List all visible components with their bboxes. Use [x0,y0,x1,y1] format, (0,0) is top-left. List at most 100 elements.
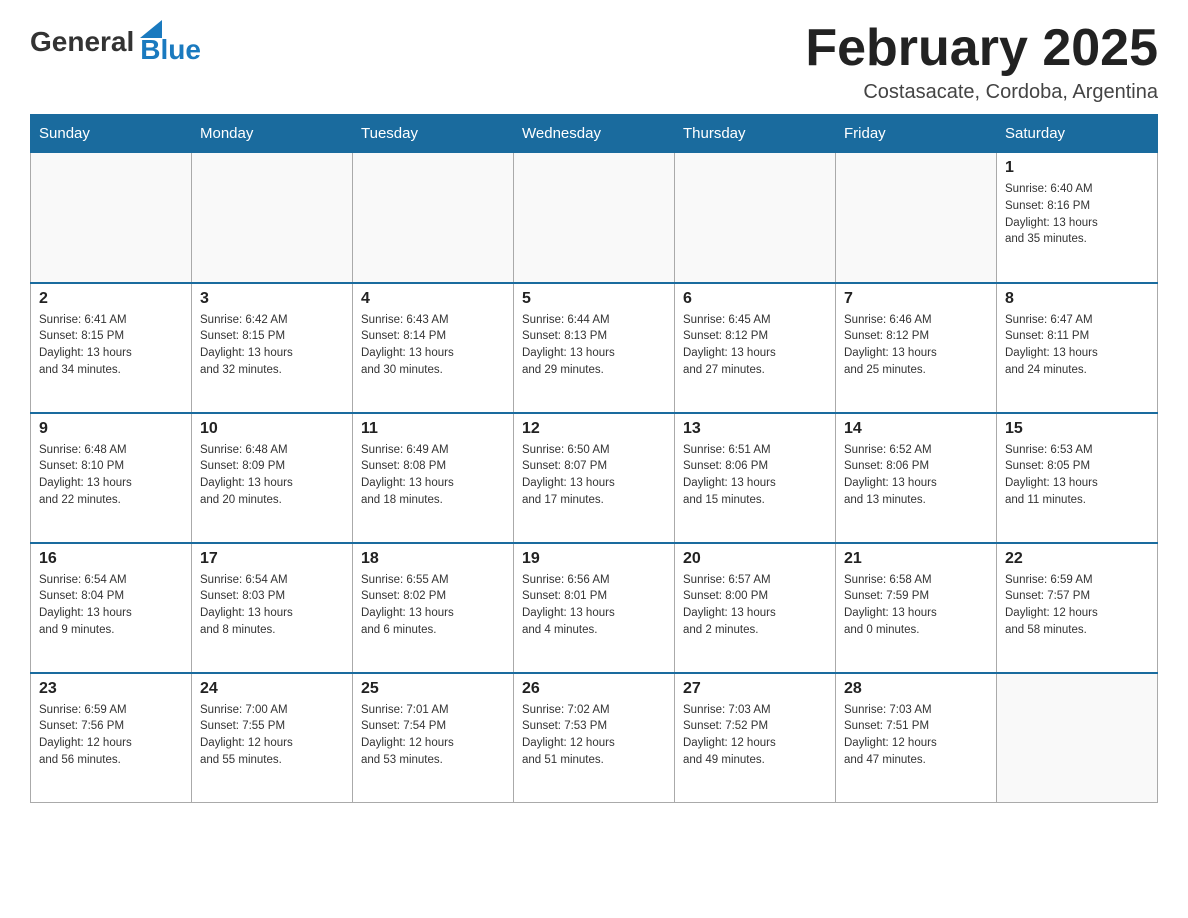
day-info: Sunrise: 6:40 AM Sunset: 8:16 PM Dayligh… [1005,181,1149,248]
day-info: Sunrise: 7:03 AM Sunset: 7:52 PM Dayligh… [683,702,827,769]
day-number: 10 [200,420,344,438]
table-row: 10 Sunrise: 6:48 AM Sunset: 8:09 PM Dayli… [192,413,353,543]
day-number: 27 [683,680,827,698]
table-row: 14Sunrise: 6:52 AM Sunset: 8:06 PM Dayli… [836,413,997,543]
day-info: Sunrise: 6:48 AM Sunset: 8:09 PM Dayligh… [200,442,344,509]
table-row: 5Sunrise: 6:44 AM Sunset: 8:13 PM Daylig… [514,283,675,413]
table-row [514,153,675,283]
header-saturday: Saturday [997,115,1158,153]
table-row: 16 Sunrise: 6:54 AM Sunset: 8:04 PM Dayli… [31,543,192,673]
day-info: Sunrise: 6:52 AM Sunset: 8:06 PM Dayligh… [844,442,988,509]
day-info: Sunrise: 6:54 AM Sunset: 8:03 PM Dayligh… [200,572,344,639]
table-row: 24Sunrise: 7:00 AM Sunset: 7:55 PM Dayli… [192,673,353,803]
day-info: Sunrise: 6:41 AM Sunset: 8:15 PM Dayligh… [39,312,183,379]
table-row: 21Sunrise: 6:58 AM Sunset: 7:59 PM Dayli… [836,543,997,673]
header-wednesday: Wednesday [514,115,675,153]
table-row [192,153,353,283]
title-section: February 2025 Costasacate, Cordoba, Arge… [805,20,1158,104]
table-row: 1Sunrise: 6:40 AM Sunset: 8:16 PM Daylig… [997,153,1158,283]
day-number: 28 [844,680,988,698]
day-info: Sunrise: 6:54 AM Sunset: 8:04 PM Dayligh… [39,572,183,639]
page-header: General Blue February 2025 Costasacate, … [30,20,1158,104]
day-info: Sunrise: 6:58 AM Sunset: 7:59 PM Dayligh… [844,572,988,639]
day-info: Sunrise: 7:00 AM Sunset: 7:55 PM Dayligh… [200,702,344,769]
day-info: Sunrise: 6:50 AM Sunset: 8:07 PM Dayligh… [522,442,666,509]
calendar-week-row: 2 Sunrise: 6:41 AM Sunset: 8:15 PM Daylig… [31,283,1158,413]
table-row: 3 Sunrise: 6:42 AM Sunset: 8:15 PM Daylig… [192,283,353,413]
calendar-week-row: 9 Sunrise: 6:48 AM Sunset: 8:10 PM Daylig… [31,413,1158,543]
table-row: 2 Sunrise: 6:41 AM Sunset: 8:15 PM Daylig… [31,283,192,413]
header-tuesday: Tuesday [353,115,514,153]
table-row: 8 Sunrise: 6:47 AM Sunset: 8:11 PM Daylig… [997,283,1158,413]
header-monday: Monday [192,115,353,153]
day-info: Sunrise: 7:02 AM Sunset: 7:53 PM Dayligh… [522,702,666,769]
day-info: Sunrise: 6:51 AM Sunset: 8:06 PM Dayligh… [683,442,827,509]
day-number: 23 [39,680,183,698]
day-number: 16 [39,550,183,568]
day-info: Sunrise: 6:47 AM Sunset: 8:11 PM Dayligh… [1005,312,1149,379]
day-info: Sunrise: 6:43 AM Sunset: 8:14 PM Dayligh… [361,312,505,379]
table-row [31,153,192,283]
calendar-subtitle: Costasacate, Cordoba, Argentina [805,81,1158,104]
day-info: Sunrise: 6:42 AM Sunset: 8:15 PM Dayligh… [200,312,344,379]
table-row: 28 Sunrise: 7:03 AM Sunset: 7:51 PM Dayli… [836,673,997,803]
day-info: Sunrise: 7:03 AM Sunset: 7:51 PM Dayligh… [844,702,988,769]
day-number: 25 [361,680,505,698]
day-number: 18 [361,550,505,568]
day-number: 7 [844,290,988,308]
table-row: 12 Sunrise: 6:50 AM Sunset: 8:07 PM Dayli… [514,413,675,543]
table-row: 9 Sunrise: 6:48 AM Sunset: 8:10 PM Daylig… [31,413,192,543]
day-info: Sunrise: 6:49 AM Sunset: 8:08 PM Dayligh… [361,442,505,509]
day-number: 26 [522,680,666,698]
header-friday: Friday [836,115,997,153]
calendar-title: February 2025 [805,20,1158,77]
table-row: 4 Sunrise: 6:43 AM Sunset: 8:14 PM Daylig… [353,283,514,413]
table-row: 27 Sunrise: 7:03 AM Sunset: 7:52 PM Dayli… [675,673,836,803]
day-number: 5 [522,290,666,308]
table-row: 15Sunrise: 6:53 AM Sunset: 8:05 PM Dayli… [997,413,1158,543]
header-sunday: Sunday [31,115,192,153]
day-number: 9 [39,420,183,438]
day-number: 4 [361,290,505,308]
calendar-table: Sunday Monday Tuesday Wednesday Thursday… [30,114,1158,803]
day-number: 6 [683,290,827,308]
day-info: Sunrise: 6:48 AM Sunset: 8:10 PM Dayligh… [39,442,183,509]
day-number: 17 [200,550,344,568]
day-number: 3 [200,290,344,308]
table-row: 25 Sunrise: 7:01 AM Sunset: 7:54 PM Dayli… [353,673,514,803]
table-row: 22 Sunrise: 6:59 AM Sunset: 7:57 PM Dayli… [997,543,1158,673]
table-row [836,153,997,283]
day-info: Sunrise: 6:59 AM Sunset: 7:56 PM Dayligh… [39,702,183,769]
day-number: 8 [1005,290,1149,308]
logo-text-blue: Blue [140,36,201,64]
day-info: Sunrise: 7:01 AM Sunset: 7:54 PM Dayligh… [361,702,505,769]
day-info: Sunrise: 6:45 AM Sunset: 8:12 PM Dayligh… [683,312,827,379]
logo-text-general: General [30,26,134,58]
logo: General Blue [30,20,201,64]
day-info: Sunrise: 6:55 AM Sunset: 8:02 PM Dayligh… [361,572,505,639]
table-row [997,673,1158,803]
day-info: Sunrise: 6:56 AM Sunset: 8:01 PM Dayligh… [522,572,666,639]
day-number: 12 [522,420,666,438]
calendar-week-row: 16 Sunrise: 6:54 AM Sunset: 8:04 PM Dayli… [31,543,1158,673]
table-row: 19 Sunrise: 6:56 AM Sunset: 8:01 PM Dayli… [514,543,675,673]
header-thursday: Thursday [675,115,836,153]
calendar-week-row: 23 Sunrise: 6:59 AM Sunset: 7:56 PM Dayli… [31,673,1158,803]
day-number: 13 [683,420,827,438]
table-row: 17 Sunrise: 6:54 AM Sunset: 8:03 PM Dayli… [192,543,353,673]
day-number: 19 [522,550,666,568]
day-number: 2 [39,290,183,308]
day-number: 15 [1005,420,1149,438]
day-number: 20 [683,550,827,568]
table-row: 18 Sunrise: 6:55 AM Sunset: 8:02 PM Dayli… [353,543,514,673]
table-row: 23 Sunrise: 6:59 AM Sunset: 7:56 PM Dayli… [31,673,192,803]
calendar-week-row: 1Sunrise: 6:40 AM Sunset: 8:16 PM Daylig… [31,153,1158,283]
day-number: 11 [361,420,505,438]
table-row [675,153,836,283]
table-row: 20Sunrise: 6:57 AM Sunset: 8:00 PM Dayli… [675,543,836,673]
table-row: 26 Sunrise: 7:02 AM Sunset: 7:53 PM Dayli… [514,673,675,803]
day-info: Sunrise: 6:59 AM Sunset: 7:57 PM Dayligh… [1005,572,1149,639]
table-row: 11 Sunrise: 6:49 AM Sunset: 8:08 PM Dayli… [353,413,514,543]
table-row [353,153,514,283]
day-number: 22 [1005,550,1149,568]
